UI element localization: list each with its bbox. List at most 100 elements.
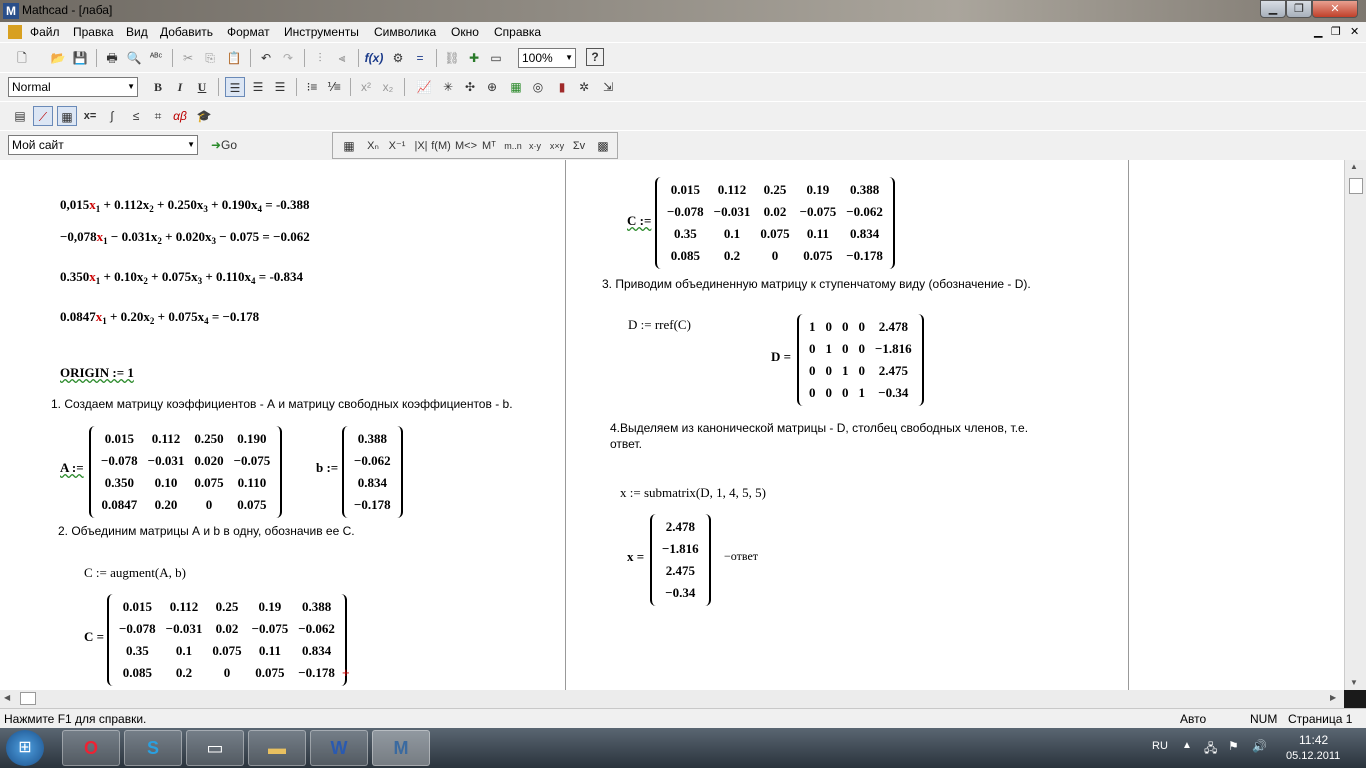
submatrix-definition[interactable]: x := submatrix(D, 1, 4, 5, 5) (620, 485, 766, 501)
menu-view[interactable]: Вид (126, 25, 148, 39)
clock-date[interactable]: 05.12.2011 (1286, 750, 1340, 762)
polar-plot-icon[interactable]: ✳ (438, 77, 458, 97)
insert-hyperlink-icon[interactable]: ⛓ (442, 48, 462, 68)
scatter-plot-icon[interactable]: ◎ (528, 77, 548, 97)
word-taskbar-icon[interactable]: W (310, 730, 368, 766)
vector-sum-icon[interactable]: Σv (569, 136, 589, 156)
dot-product-icon[interactable]: x·y (525, 136, 545, 156)
column-icon[interactable]: M<> (455, 136, 477, 156)
component-wizard-icon[interactable]: ✚ (464, 48, 484, 68)
doc-close-icon[interactable]: ✕ (1350, 25, 1359, 38)
save-icon[interactable]: 💾 (70, 48, 90, 68)
calculator-icon[interactable]: ▤ (10, 106, 30, 126)
menu-insert[interactable]: Добавить (160, 25, 213, 39)
programming-icon[interactable]: ⌗ (148, 106, 168, 126)
matrix-d[interactable]: 1 0 0 0 2.478 0 1 0 0 −1.816 0 0 1 0 2.475 0 0 0 1 −0.34 (797, 314, 924, 406)
cut-icon[interactable]: ✂ (178, 48, 198, 68)
picture-icon[interactable]: ▩ (593, 136, 613, 156)
vertical-scrollbar[interactable]: ▲ ▼ (1344, 160, 1366, 690)
align-down-icon[interactable]: ⫷ (332, 48, 352, 68)
vector-b[interactable]: 0.388 −0.062 0.834 −0.178 (342, 426, 403, 518)
print-preview-icon[interactable]: 🔍 (124, 48, 144, 68)
cross-product-icon[interactable]: x×y (547, 136, 567, 156)
language-indicator[interactable]: RU (1152, 740, 1168, 752)
contour-plot-icon[interactable]: ⊕ (482, 77, 502, 97)
determinant-icon[interactable]: |X| (411, 136, 431, 156)
align-left-icon[interactable]: ☰ (225, 77, 245, 97)
step-3-text[interactable]: 3. Приводим объединенную матрицу к ступе… (602, 277, 1031, 291)
matrix-a[interactable]: 0.015 0.112 0.250 0.190 −0.078 −0.031 0.020 −0.… (89, 426, 283, 518)
menu-help[interactable]: Справка (494, 25, 541, 39)
transpose-icon[interactable]: Mᵀ (479, 136, 499, 156)
horizontal-scrollbar[interactable]: ◀ ▶ (0, 690, 1344, 708)
document-icon[interactable] (8, 25, 22, 39)
copy-icon[interactable]: ⎘ (200, 48, 220, 68)
matrix-palette-icon[interactable]: ▦ (57, 106, 77, 126)
style-select[interactable]: Normal ▼ (8, 77, 138, 97)
menu-file[interactable]: Файл (30, 25, 60, 39)
3d-bar-icon[interactable]: ▦ (506, 77, 526, 97)
equation-1[interactable]: 0,015x1 + 0.112x2 + 0.250x3 + 0.190x4 = … (60, 197, 310, 214)
mathcad-taskbar-icon[interactable]: M (372, 730, 430, 766)
quickplot-icon[interactable]: ⇲ (598, 77, 618, 97)
menu-tools[interactable]: Инструменты (284, 25, 359, 39)
minimize-icon[interactable]: ▁ (1260, 0, 1286, 18)
rref-definition[interactable]: D := rref(C) (628, 317, 691, 333)
go-button[interactable]: ➜Go (206, 135, 242, 155)
origin-definition[interactable]: ORIGIN := 1 (60, 365, 134, 381)
help-icon[interactable]: ? (586, 48, 604, 66)
scroll-up-icon[interactable]: ▲ (1350, 162, 1358, 171)
close-icon[interactable]: ✕ (1312, 0, 1358, 18)
equation-4[interactable]: 0.0847x1 + 0.20x2 + 0.075x4 = −0.178 (60, 309, 259, 326)
insert-function-icon[interactable]: f(x) (364, 48, 384, 68)
vector-x[interactable]: 2.478 −1.816 2.475 −0.34 (650, 514, 711, 606)
step-1-text[interactable]: 1. Создаем матрицу коэффициентов - А и м… (51, 397, 513, 411)
subscript-icon[interactable]: x₂ (378, 77, 398, 97)
align-across-icon[interactable]: ⫶ (310, 48, 330, 68)
matrix-c-definition[interactable]: 0.015 0.112 0.25 0.19 0.388 −0.078 −0.031 0.02−… (655, 177, 895, 269)
explorer-taskbar-icon[interactable]: ▬ (248, 730, 306, 766)
align-right-icon[interactable]: ☰ (270, 77, 290, 97)
matrix-c-result[interactable]: 0.015 0.112 0.25 0.19 0.388 −0.078 −0.031 0.02−… (107, 594, 347, 686)
step-2-text[interactable]: 2. Объединим матрицы А и b в одну, обозн… (58, 524, 355, 538)
inverse-icon[interactable]: X⁻¹ (387, 136, 407, 156)
symbolic-icon[interactable]: 🎓 (194, 106, 214, 126)
calculus-icon[interactable]: ∫ (102, 106, 122, 126)
range-variable-icon[interactable]: m..n (501, 136, 525, 156)
scroll-thumb[interactable] (1349, 178, 1363, 194)
bullets-icon[interactable]: ⁝≡ (302, 77, 322, 97)
new-icon[interactable]: 🗋 (12, 48, 32, 68)
surface-plot-icon[interactable]: ✣ (460, 77, 480, 97)
boolean-icon[interactable]: ≤ (126, 106, 146, 126)
scroll-right-icon[interactable]: ▶ (1330, 693, 1336, 702)
opera-taskbar-icon[interactable]: O (62, 730, 120, 766)
align-center-icon[interactable]: ☰ (248, 77, 268, 97)
greek-icon[interactable]: αβ (170, 106, 190, 126)
run-script-icon[interactable]: ▭ (486, 48, 506, 68)
show-hidden-icon[interactable]: ▲ (1182, 740, 1192, 751)
skype-taskbar-icon[interactable]: S (124, 730, 182, 766)
subscript-index-icon[interactable]: Xₙ (363, 136, 383, 156)
undo-icon[interactable]: ↶ (256, 48, 276, 68)
resource-select[interactable]: Мой сайт ▼ (8, 135, 198, 155)
doc-restore-icon[interactable]: ❐ (1331, 25, 1341, 38)
scroll-down-icon[interactable]: ▼ (1350, 678, 1358, 687)
answer-label[interactable]: −ответ (724, 549, 758, 564)
menu-symbolics[interactable]: Символика (374, 25, 436, 39)
equation-3[interactable]: 0.350x1 + 0.10x2 + 0.075x3 + 0.110x4 = -… (60, 269, 303, 286)
mathcad-app-icon[interactable]: M (3, 3, 19, 19)
insert-matrix-icon[interactable]: ▦ (339, 136, 359, 156)
flag-icon[interactable]: ⚑ (1228, 739, 1239, 753)
computer-taskbar-icon[interactable]: ▭ (186, 730, 244, 766)
evaluation-icon[interactable]: x= (80, 106, 100, 126)
maximize-icon[interactable]: ❐ (1286, 0, 1312, 18)
clock-time[interactable]: 11:42 (1299, 733, 1328, 747)
calculate-icon[interactable]: = (410, 48, 430, 68)
redo-icon[interactable]: ↷ (278, 48, 298, 68)
scroll-thumb-h[interactable] (20, 692, 36, 705)
doc-minimize-icon[interactable]: ▁ (1314, 25, 1322, 38)
print-icon[interactable]: 🖶 (102, 48, 122, 68)
step-4-text-cont[interactable]: ответ. (610, 437, 642, 451)
vector-field-icon[interactable]: ▮ (552, 77, 572, 97)
superscript-icon[interactable]: x² (356, 77, 376, 97)
